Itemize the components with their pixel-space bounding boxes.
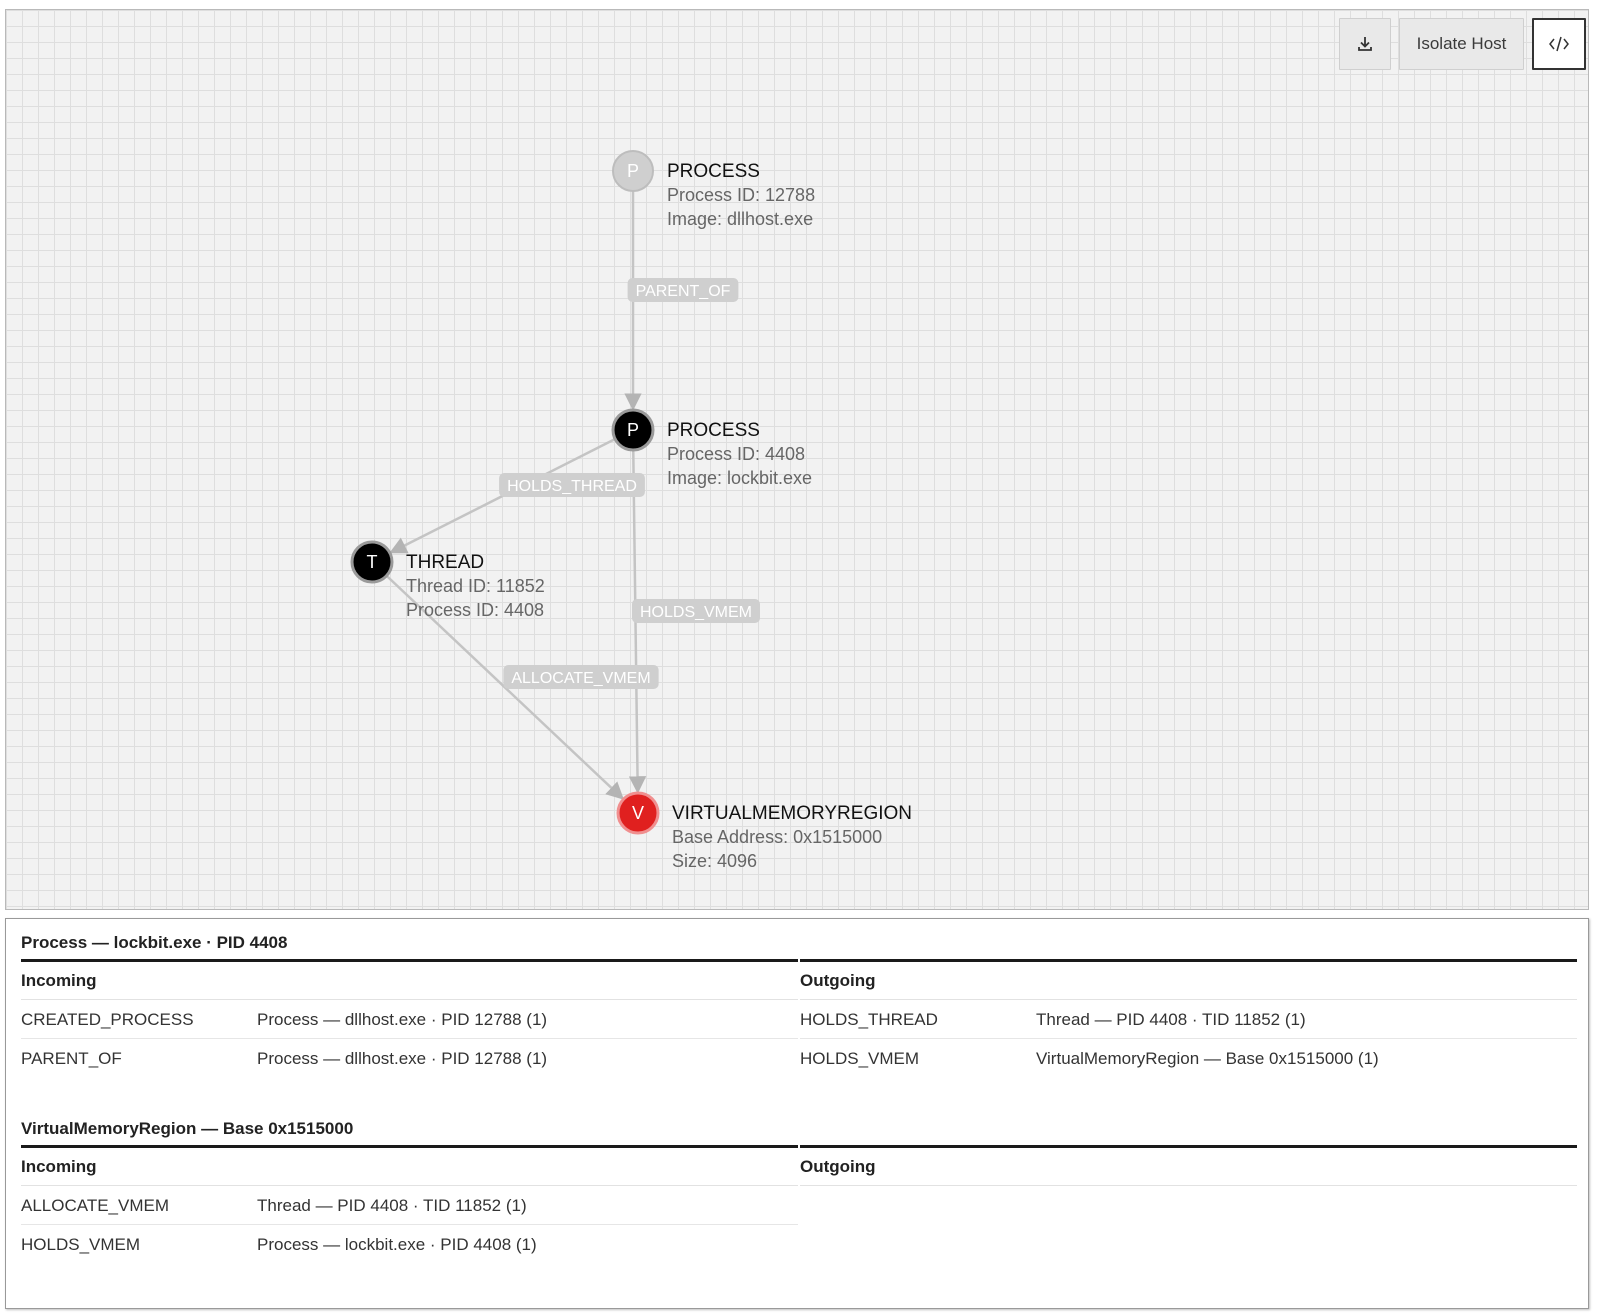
incoming-column: Incoming CREATED_PROCESS Process — dllho… [21,959,798,1078]
relation-row: ALLOCATE_VMEM Thread — PID 4408 · TID 11… [21,1186,798,1225]
download-icon [1358,37,1372,51]
edge-label-text: PARENT_OF [636,283,731,300]
relation-row: HOLDS_THREAD Thread — PID 4408 · TID 118… [800,1000,1577,1039]
node-detail: Process ID: 4408 [406,600,544,620]
node-letter: P [627,420,639,440]
node-type: THREAD [406,552,484,573]
node-detail: Process ID: 12788 [667,185,815,205]
code-icon [1549,36,1569,52]
node-type: VIRTUALMEMORYREGION [672,803,912,824]
node-detail: Image: lockbit.exe [667,468,812,488]
section-title: VirtualMemoryRegion — Base 0x1515000 [21,1119,354,1138]
relation-type: HOLDS_THREAD [800,1010,938,1029]
relation-type: ALLOCATE_VMEM [21,1196,170,1215]
edge-label-text: HOLDS_THREAD [507,478,637,495]
relation-target[interactable]: Process — dllhost.exe · PID 12788 (1) [257,1039,798,1078]
relation-row: CREATED_PROCESS Process — dllhost.exe · … [21,1000,798,1039]
relation-type: HOLDS_VMEM [800,1049,920,1068]
edge-label[interactable]: PARENT_OF [627,278,739,302]
details-panel: Process — lockbit.exe · PID 4408 Incomin… [5,918,1589,1309]
relation-row: PARENT_OF Process — dllhost.exe · PID 12… [21,1039,798,1078]
node-detail: Process ID: 4408 [667,444,805,464]
outgoing-header: Outgoing [800,1148,1577,1186]
code-view-button[interactable] [1532,18,1586,70]
node-letter: P [627,161,639,181]
node-detail: Base Address: 0x1515000 [672,827,882,847]
incoming-header: Incoming [21,1148,798,1186]
relation-target[interactable]: Process — lockbit.exe · PID 4408 (1) [257,1225,798,1264]
edge-label-text: HOLDS_VMEM [640,604,752,621]
graph-svg[interactable]: PARENT_OF HOLDS_THREAD HOLDS_VMEM ALLOCATE_… [6,10,1589,910]
node-thread[interactable]: T THREAD Thread ID: 11852 Process ID: 4408 [350,540,545,620]
edge-label[interactable]: ALLOCATE_VMEM [503,665,659,689]
relation-row: HOLDS_VMEM VirtualMemoryRegion — Base 0x… [800,1039,1577,1078]
section-virtual-memory-region: VirtualMemoryRegion — Base 0x1515000 Inc… [21,1113,1577,1264]
incoming-column: Incoming ALLOCATE_VMEM Thread — PID 4408… [21,1145,798,1264]
outgoing-column: Outgoing HOLDS_THREAD Thread — PID 4408 … [800,959,1577,1078]
node-letter: T [367,552,378,572]
relation-type: PARENT_OF [21,1049,122,1068]
edge-label[interactable]: HOLDS_VMEM [631,599,761,623]
relation-type: HOLDS_VMEM [21,1235,141,1254]
outgoing-column: Outgoing [800,1145,1577,1264]
edge-label-text: ALLOCATE_VMEM [511,670,650,687]
isolate-host-button[interactable]: Isolate Host [1399,18,1524,70]
relation-target[interactable]: Process — dllhost.exe · PID 12788 (1) [257,1000,798,1038]
isolate-host-label: Isolate Host [1416,34,1507,53]
relation-target[interactable]: Thread — PID 4408 · TID 11852 (1) [1036,1000,1577,1038]
node-type: PROCESS [667,161,760,182]
edge-label[interactable]: HOLDS_THREAD [499,473,645,497]
relation-row: HOLDS_VMEM Process — lockbit.exe · PID 4… [21,1225,798,1264]
download-button[interactable] [1339,18,1391,70]
node-process[interactable]: P PROCESS Process ID: 12788 Image: dllhost.… [612,150,815,229]
relation-type: CREATED_PROCESS [21,1010,194,1029]
incoming-header: Incoming [21,962,798,1000]
relation-target[interactable]: VirtualMemoryRegion — Base 0x1515000 (1) [1036,1039,1577,1078]
node-detail: Size: 4096 [672,851,757,871]
node-detail: Image: dllhost.exe [667,209,813,229]
outgoing-header: Outgoing [800,962,1577,1000]
graph-canvas[interactable]: PARENT_OF HOLDS_THREAD HOLDS_VMEM ALLOCATE_… [5,9,1589,910]
section-process: Process — lockbit.exe · PID 4408 Incomin… [21,927,1577,1078]
node-letter: V [632,803,644,823]
section-title: Process — lockbit.exe · PID 4408 [21,933,288,952]
node-virtualmemoryregion[interactable]: V VIRTUALMEMORYREGION Base Address: 0x1515… [616,791,912,871]
node-detail: Thread ID: 11852 [406,576,545,596]
node-type: PROCESS [667,420,760,441]
relation-target[interactable]: Thread — PID 4408 · TID 11852 (1) [257,1186,798,1224]
